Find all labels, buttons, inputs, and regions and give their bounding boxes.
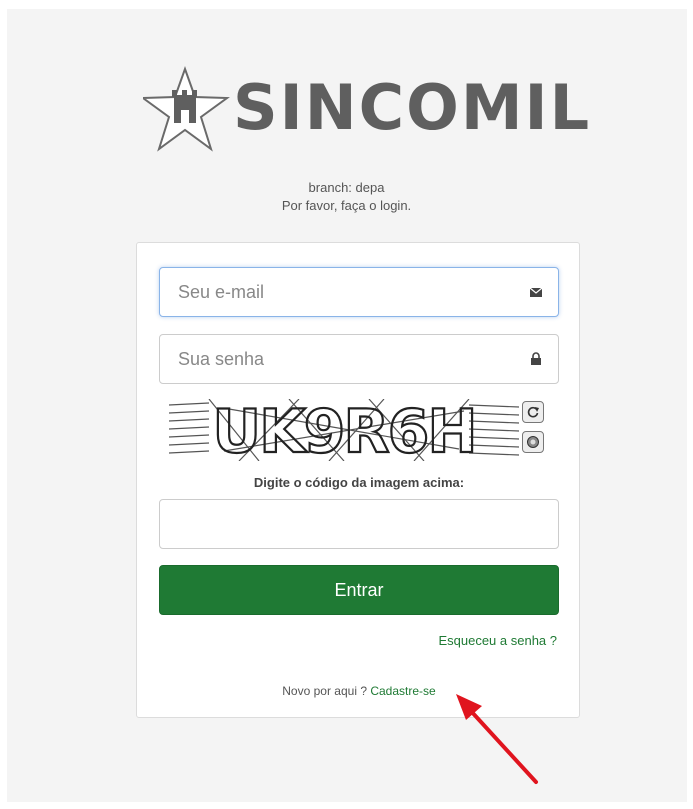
captcha-refresh-button[interactable] <box>522 401 544 423</box>
email-input[interactable] <box>160 268 558 316</box>
branch-text: branch: depa <box>308 180 385 195</box>
audio-icon <box>527 436 539 448</box>
signup-link[interactable]: Cadastre-se <box>370 684 435 698</box>
captcha-image: UK9R6H <box>169 399 519 461</box>
annotation-arrow-icon <box>456 694 538 784</box>
captcha-code: UK9R6H <box>212 399 475 461</box>
captcha-label: Digite o código da imagem acima: <box>253 475 465 490</box>
login-button[interactable]: Entrar <box>159 565 559 615</box>
login-message: Por favor, faça o login. <box>281 198 412 213</box>
new-here-text: Novo por aqui ? <box>282 684 367 698</box>
password-field[interactable] <box>159 334 559 384</box>
password-input[interactable] <box>160 335 558 383</box>
refresh-icon <box>527 406 539 418</box>
captcha-input[interactable] <box>160 500 558 548</box>
captcha-field[interactable] <box>159 499 559 549</box>
email-field[interactable] <box>159 267 559 317</box>
login-card: UK9R6H Digite o código da imagem acima: … <box>136 242 580 718</box>
forgot-password-link[interactable]: Esqueceu a senha ? <box>438 633 557 648</box>
star-castle-logo-icon <box>143 66 230 152</box>
logo-wordmark: SINCOMIL <box>233 71 592 144</box>
captcha-audio-button[interactable] <box>522 431 544 453</box>
sincomil-logo: SINCOMIL <box>143 65 589 155</box>
envelope-icon <box>529 287 543 297</box>
lock-icon <box>531 352 541 365</box>
